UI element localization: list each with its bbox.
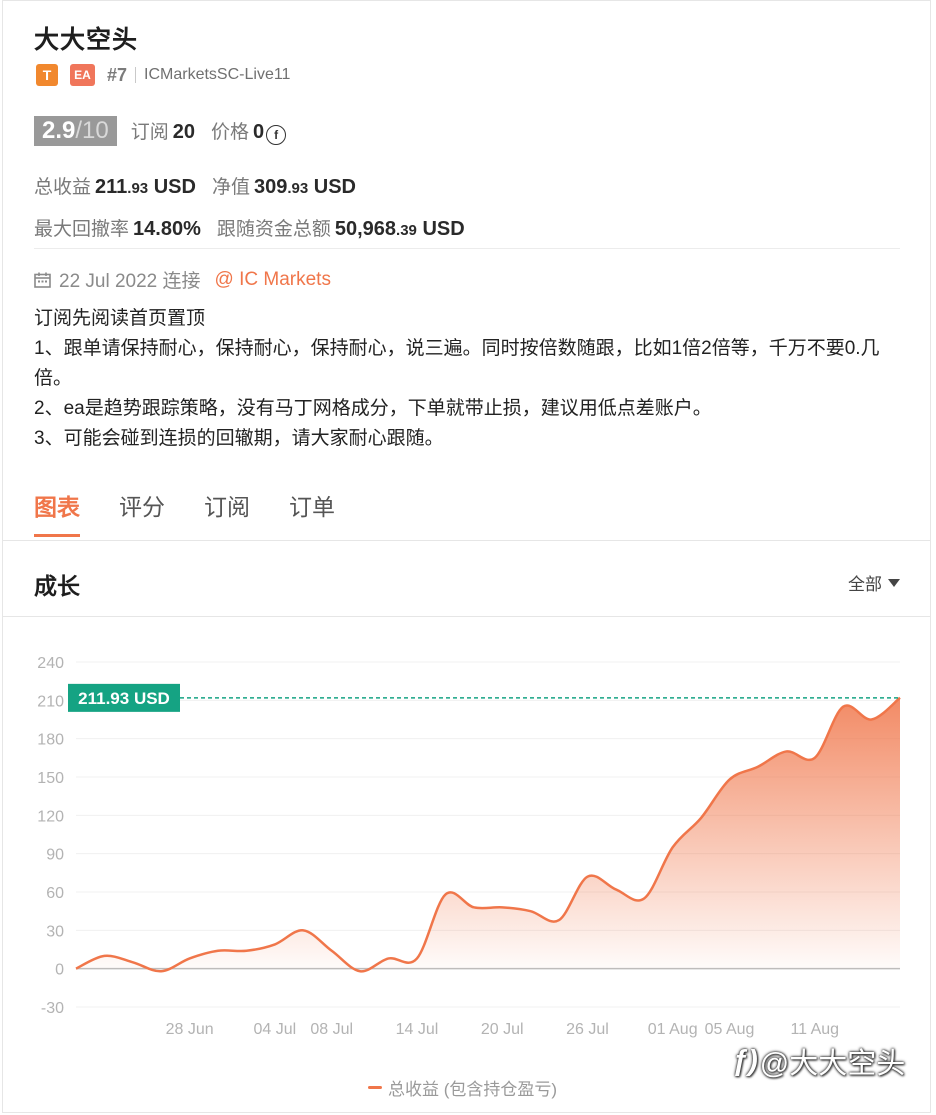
range-dropdown[interactable]: 全部 xyxy=(848,570,900,595)
broker-link[interactable]: @ IC Markets xyxy=(215,269,331,291)
watermark: ƒ) @大大空头 xyxy=(732,1040,905,1082)
caret-down-icon xyxy=(888,578,900,587)
y-tick-label: 60 xyxy=(46,885,64,902)
y-tick-label: 90 xyxy=(46,847,64,864)
tab-bar: 图表 评分 订阅 订单 xyxy=(34,488,374,537)
coin-icon: f xyxy=(266,125,287,145)
chart-legend[interactable]: 总收益 (包含持仓盈亏) xyxy=(368,1075,557,1100)
badge-row: T EA #7 ICMarketsSC-Live11 xyxy=(36,63,290,87)
x-tick-label: 05 Aug xyxy=(705,1021,755,1038)
y-tick-label: 0 xyxy=(55,962,64,979)
description-line: 订阅先阅读首页置顶 xyxy=(34,308,206,329)
x-tick-label: 20 Jul xyxy=(481,1021,524,1038)
max-drawdown-value: 14.80% xyxy=(133,218,201,240)
watermark-logo-icon: ƒ) xyxy=(732,1044,758,1077)
score-row: 2.9 /10 订阅 20 价格 0 f xyxy=(34,116,287,146)
ea-badge: EA xyxy=(70,64,95,86)
tabs-divider xyxy=(2,540,931,541)
tab-rating[interactable]: 评分 xyxy=(119,488,165,536)
growth-chart: 240 210 180 150 120 90 60 30 0 -30 28 Jun 04 Jul 08 … xyxy=(37,655,901,1038)
score-value: 2.9 xyxy=(42,117,76,144)
price-value: 0 xyxy=(253,121,265,143)
profit-row: 总收益 211.93 USD 净值 309.93 USD xyxy=(34,172,372,199)
x-tick-label: 26 Jul xyxy=(566,1021,609,1038)
legend-swatch xyxy=(368,1086,382,1089)
follow-funds-value: 50,968.39 USD xyxy=(334,218,465,240)
price-label: 价格 xyxy=(211,122,250,143)
x-tick-label: 11 Aug xyxy=(790,1021,839,1038)
section-divider xyxy=(2,616,931,617)
equity-value: 309.93 USD xyxy=(253,176,356,198)
y-tick-label: 240 xyxy=(37,655,64,672)
subscribe-count: 20 xyxy=(172,121,196,143)
server-name: ICMarketsSC-Live11 xyxy=(144,66,291,83)
description: 订阅先阅读首页置顶 1、跟单请保持耐心，保持耐心，保持耐心，说三遍。同时按倍数随… xyxy=(34,304,894,454)
y-tick-label: -30 xyxy=(41,1000,64,1017)
x-tick-label: 28 Jun xyxy=(166,1021,214,1038)
drawdown-row: 最大回撤率 14.80% 跟随资金总额 50,968.39 USD xyxy=(34,214,481,241)
equity-label: 净值 xyxy=(211,177,250,198)
separator xyxy=(135,67,137,83)
y-tick-label: 120 xyxy=(37,808,64,825)
max-drawdown-label: 最大回撤率 xyxy=(34,219,130,240)
x-tick-label: 01 Aug xyxy=(648,1021,698,1038)
follow-funds-label: 跟随资金总额 xyxy=(216,219,331,240)
divider xyxy=(34,248,900,249)
tab-chart[interactable]: 图表 xyxy=(34,488,80,537)
tab-orders[interactable]: 订单 xyxy=(289,488,335,536)
legend-label: 总收益 (包含持仓盈亏) xyxy=(388,1080,558,1099)
score-badge: 2.9 /10 xyxy=(34,116,117,146)
description-line: 1、跟单请保持耐心，保持耐心，保持耐心，说三遍。同时按倍数随跟，比如1倍2倍等，… xyxy=(34,338,880,389)
type-badge: T xyxy=(36,64,58,86)
y-tick-label: 150 xyxy=(37,770,64,787)
description-line: 2、ea是趋势跟踪策略，没有马丁网格成分，下单就带止损，建议用低点差账户。 xyxy=(34,398,712,419)
subscribe-label: 订阅 xyxy=(130,122,169,143)
calendar-icon xyxy=(34,272,51,288)
score-max: /10 xyxy=(75,117,109,144)
total-profit-label: 总收益 xyxy=(34,177,92,198)
x-tick-label: 04 Jul xyxy=(254,1021,297,1038)
tab-subscribe[interactable]: 订阅 xyxy=(204,488,250,536)
total-profit-value: 211.93 USD xyxy=(95,176,196,198)
watermark-text: @大大空头 xyxy=(759,1048,906,1080)
y-tick-label: 180 xyxy=(37,732,64,749)
connection-row: 22 Jul 2022 连接 @ IC Markets xyxy=(34,266,331,293)
y-tick-label: 210 xyxy=(37,693,64,710)
section-title: 成长 xyxy=(34,573,80,599)
description-line: 3、可能会碰到连损的回辙期，请大家耐心跟随。 xyxy=(34,428,444,449)
current-value-label: 211.93 USD xyxy=(78,689,170,708)
x-tick-label: 14 Jul xyxy=(396,1021,439,1038)
strategy-title: 大大空头 xyxy=(34,26,139,54)
range-label: 全部 xyxy=(848,575,882,594)
x-tick-label: 08 Jul xyxy=(310,1021,353,1038)
rank-label: #7 xyxy=(107,64,128,85)
y-tick-label: 30 xyxy=(46,923,64,940)
connect-date: 22 Jul 2022 连接 xyxy=(59,271,201,292)
